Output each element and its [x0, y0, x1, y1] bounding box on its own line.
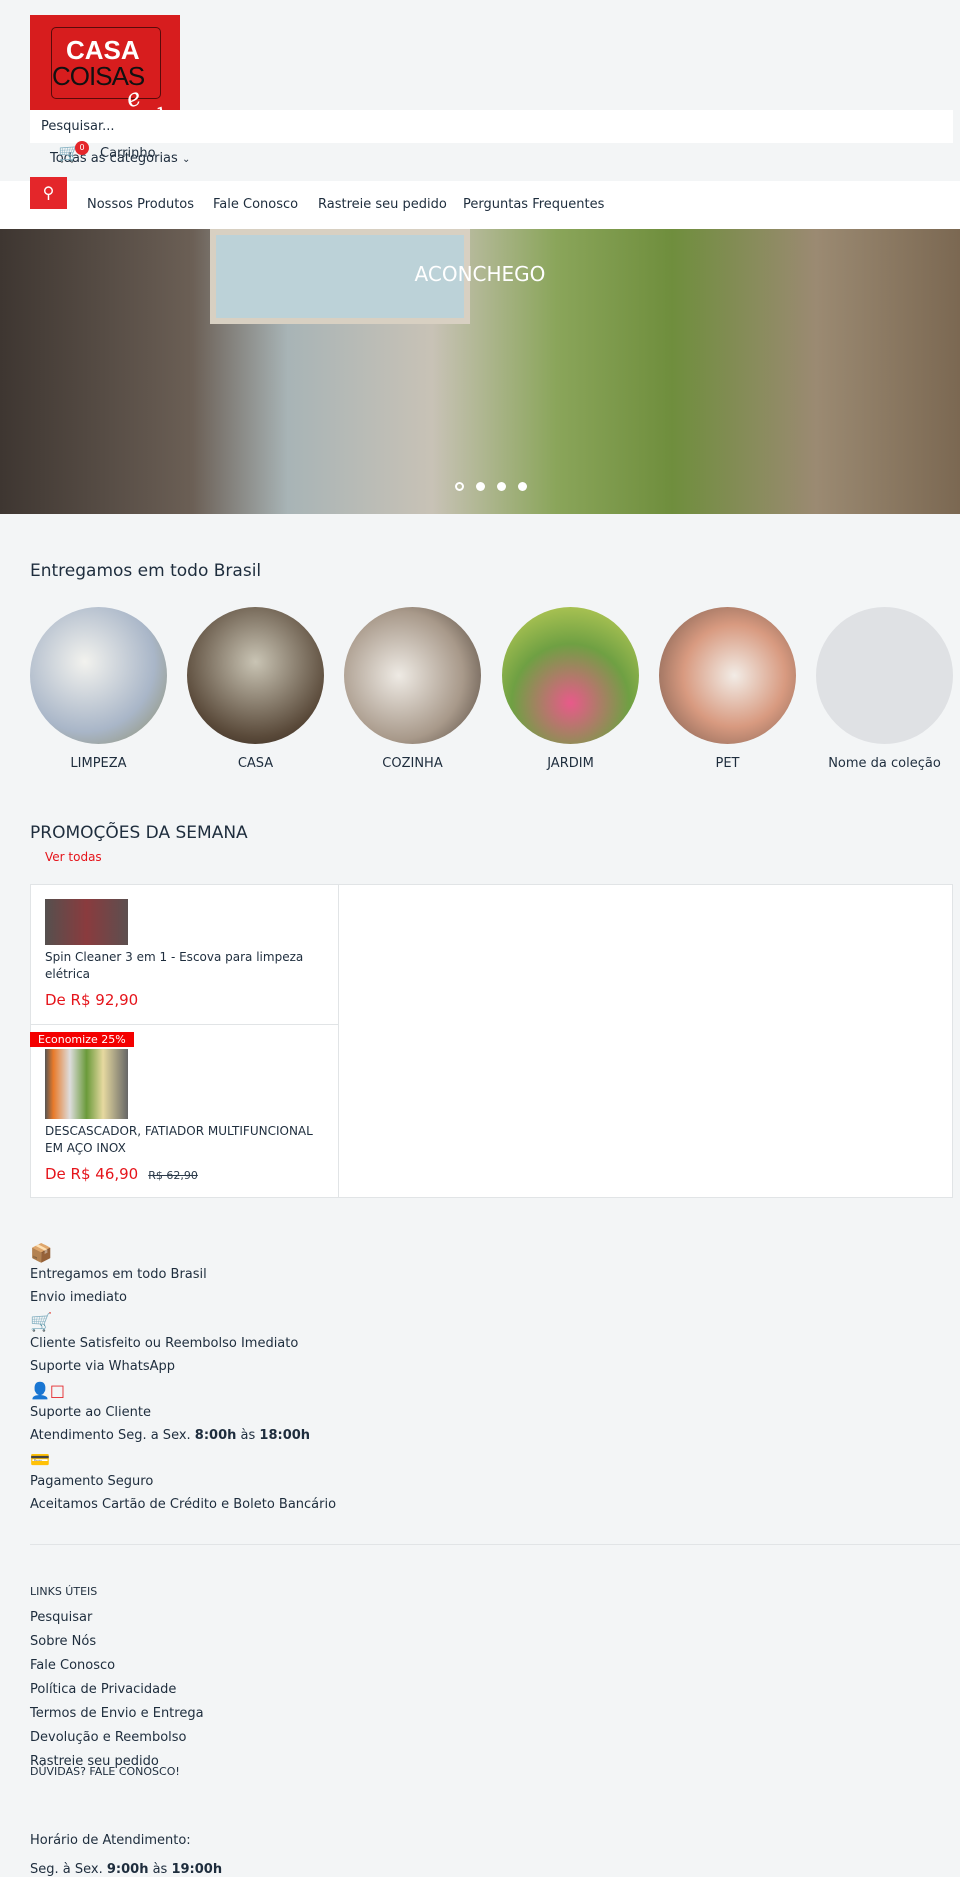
- collection-limpeza[interactable]: LIMPEZA: [30, 607, 167, 771]
- nav-fale-conosco[interactable]: Fale Conosco: [213, 197, 298, 212]
- product-image: [45, 899, 128, 945]
- footer-link[interactable]: Pesquisar: [30, 1610, 92, 1625]
- collections-title: Entregamos em todo Brasil: [30, 561, 262, 581]
- nav-rastreie[interactable]: Rastreie seu pedido: [318, 197, 447, 212]
- slide-dot-2[interactable]: [476, 482, 485, 491]
- collection-pet[interactable]: PET: [659, 607, 796, 771]
- discount-badge: Economize 25%: [30, 1032, 134, 1047]
- cart-count-badge: 0: [75, 141, 89, 155]
- view-all-link[interactable]: Ver todas: [45, 850, 102, 864]
- collection-placeholder[interactable]: Nome da coleção: [816, 607, 953, 771]
- promo-products: Spin Cleaner 3 em 1 - Escova para limpez…: [30, 884, 953, 1198]
- old-price: R$ 62,90: [148, 1169, 198, 1182]
- hours-label: Horário de Atendimento:: [30, 1833, 191, 1848]
- logo[interactable]: CASACOISASe tal: [30, 15, 180, 110]
- cart-return-icon: 🛒: [30, 1312, 53, 1333]
- divider: [30, 1544, 960, 1545]
- cart-label: Carrinho: [100, 146, 156, 161]
- feature-payment: 💳 Pagamento Seguro Aceitamos Cartão de Cr…: [30, 1450, 337, 1512]
- hero-title: ACONCHEGO: [414, 262, 546, 286]
- hero-slideshow[interactable]: ACONCHEGO: [0, 229, 960, 514]
- feature-support: 👤□ Suporte ao Cliente Atendimento Seg. a…: [30, 1381, 311, 1443]
- contact-title: DÚVIDAS? FALE CONOSCO!: [30, 1765, 180, 1778]
- feature-delivery: 📦 Entregamos em todo Brasil Envio imediat…: [30, 1243, 207, 1305]
- product-card[interactable]: Spin Cleaner 3 em 1 - Escova para limpez…: [31, 885, 339, 1025]
- product-image: [45, 1049, 128, 1119]
- search-button[interactable]: ⚲: [30, 177, 67, 209]
- footer-link[interactable]: Sobre Nós: [30, 1634, 96, 1649]
- footer-link[interactable]: Política de Privacidade: [30, 1682, 176, 1697]
- nav-faq[interactable]: Perguntas Frequentes: [463, 197, 604, 212]
- nav-nossos-produtos[interactable]: Nossos Produtos: [87, 197, 194, 212]
- cart-button[interactable]: 🛒 0 Carrinho: [58, 141, 156, 164]
- product-card[interactable]: Economize 25% DESCASCADOR, FATIADOR MULT…: [30, 1025, 339, 1197]
- footer-link[interactable]: Devolução e Reembolso: [30, 1730, 187, 1745]
- footer-link[interactable]: Fale Conosco: [30, 1658, 115, 1673]
- collection-jardim[interactable]: JARDIM: [502, 607, 639, 771]
- search-icon: ⚲: [42, 185, 55, 202]
- search-input[interactable]: [30, 110, 953, 143]
- support-icon: 👤□: [30, 1381, 66, 1400]
- chevron-down-icon: ⌄: [181, 154, 191, 165]
- secure-card-icon: 💳: [30, 1450, 50, 1469]
- slide-dot-3[interactable]: [497, 482, 506, 491]
- footer-link[interactable]: Termos de Envio e Entrega: [30, 1706, 204, 1721]
- slide-dot-1[interactable]: [455, 482, 464, 491]
- promos-title: PROMOÇÕES DA SEMANA: [30, 823, 248, 843]
- collection-cozinha[interactable]: COZINHA: [344, 607, 481, 771]
- collection-casa[interactable]: CASA: [187, 607, 324, 771]
- box-icon: 📦: [30, 1243, 53, 1264]
- links-title: LINKS ÚTEIS: [30, 1585, 98, 1598]
- feature-refund: 🛒 Cliente Satisfeito ou Reembolso Imedia…: [30, 1312, 299, 1374]
- slide-dot-4[interactable]: [518, 482, 527, 491]
